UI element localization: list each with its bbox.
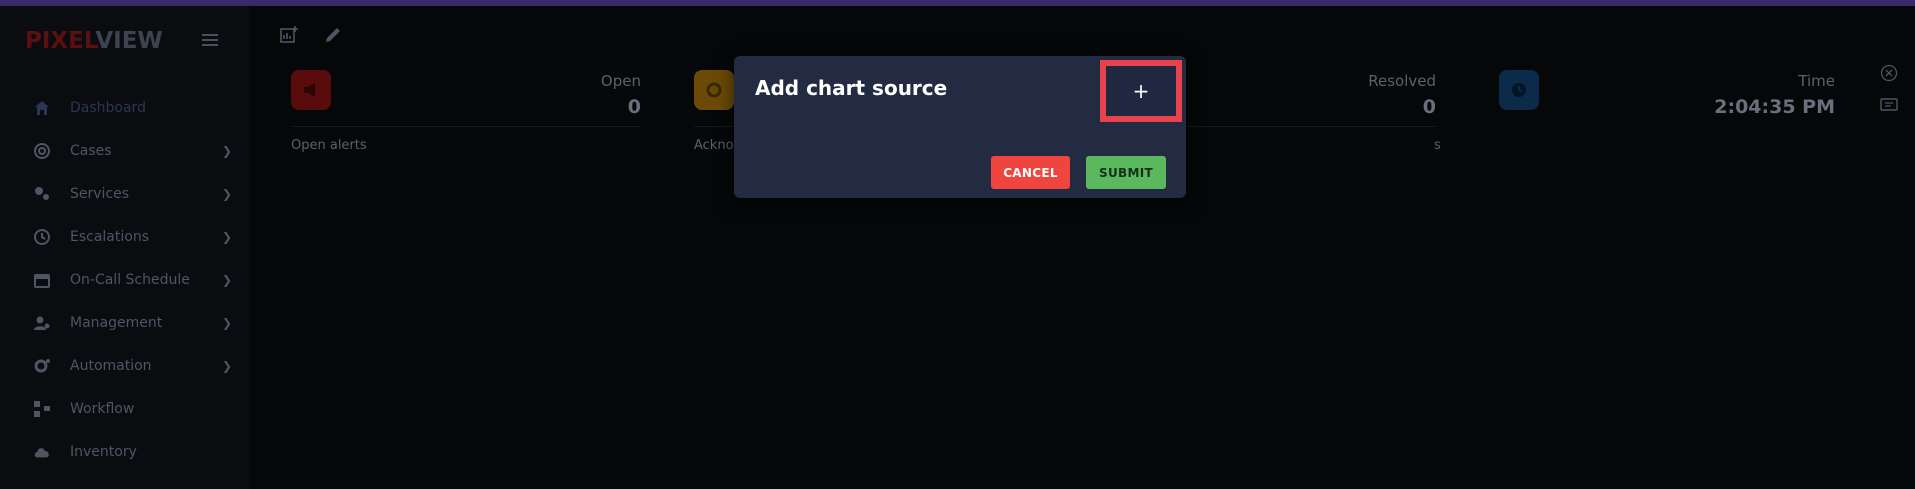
menu-toggle-icon[interactable] xyxy=(202,34,218,48)
edit-pencil-icon[interactable] xyxy=(324,26,344,46)
escalations-icon xyxy=(33,228,51,246)
sidebar-item-services[interactable]: Services ❯ xyxy=(0,172,250,215)
management-icon xyxy=(33,314,51,332)
brand-logo-part1: PIXEL xyxy=(25,28,96,54)
cases-icon xyxy=(33,142,51,160)
chevron-right-icon: ❯ xyxy=(222,358,233,373)
sidebar-item-label: Cases xyxy=(70,142,112,159)
sidebar-item-label: Management xyxy=(70,314,163,331)
home-icon xyxy=(33,99,51,117)
card-title: Resolved xyxy=(1368,72,1436,90)
chevron-right-icon: ❯ xyxy=(222,186,233,201)
card-footer: s xyxy=(1434,138,1441,153)
chevron-right-icon: ❯ xyxy=(222,143,233,158)
chevron-right-icon: ❯ xyxy=(222,272,233,287)
submit-button[interactable]: SUBMIT xyxy=(1086,156,1166,189)
add-source-button[interactable]: + xyxy=(1100,60,1182,122)
sidebar-item-label: Automation xyxy=(70,357,152,374)
card-value: 0 xyxy=(627,96,641,118)
chevron-right-icon: ❯ xyxy=(222,229,233,244)
sidebar-item-on-call-schedule[interactable]: On-Call Schedule ❯ xyxy=(0,258,250,301)
card-value: 0 xyxy=(1422,96,1436,118)
chevron-right-icon: ❯ xyxy=(222,315,233,330)
card-value: 2:04:35 PM xyxy=(1714,96,1835,118)
chat-icon[interactable] xyxy=(1880,98,1898,118)
cloud-icon xyxy=(33,443,51,461)
megaphone-icon xyxy=(291,70,331,110)
card-title: Open xyxy=(600,72,641,90)
sidebar-item-escalations[interactable]: Escalations ❯ xyxy=(0,215,250,258)
sidebar-item-cases[interactable]: Cases ❯ xyxy=(0,129,250,172)
card-footer: Ackno xyxy=(694,138,734,153)
add-chart-source-dialog: Add chart source + CANCEL SUBMIT xyxy=(734,56,1186,198)
sidebar-item-management[interactable]: Management ❯ xyxy=(0,301,250,344)
clock-icon xyxy=(1499,70,1539,110)
card-divider xyxy=(291,126,641,127)
sidebar-item-automation[interactable]: Automation ❯ xyxy=(0,344,250,387)
calendar-icon xyxy=(33,271,51,289)
card-footer: Open alerts xyxy=(291,138,367,153)
close-circle-icon[interactable] xyxy=(1880,64,1898,86)
workflow-icon xyxy=(33,400,51,418)
acknowledged-icon xyxy=(694,70,734,110)
brand-logo-part2: VIEW xyxy=(95,28,163,54)
services-icon xyxy=(33,185,51,203)
sidebar-item-workflow[interactable]: Workflow xyxy=(0,387,250,430)
card-title: Time xyxy=(1798,72,1835,90)
sidebar-item-label: On-Call Schedule xyxy=(70,271,190,288)
add-chart-icon[interactable] xyxy=(280,26,300,46)
sidebar-item-inventory[interactable]: Inventory xyxy=(0,430,250,473)
open-alerts-card: Open 0 Open alerts xyxy=(291,66,641,166)
time-card: Time 2:04:35 PM xyxy=(1499,66,1835,166)
sidebar-item-label: Escalations xyxy=(70,228,149,245)
sidebar-item-label: Inventory xyxy=(70,443,137,460)
automation-icon xyxy=(33,357,51,375)
brand-logo[interactable]: PIXELVIEW xyxy=(25,28,163,54)
sidebar-nav: Dashboard Cases ❯ Services ❯ Escalations… xyxy=(0,86,250,473)
sidebar: PIXELVIEW Dashboard Cases ❯ Services ❯ E… xyxy=(0,6,250,489)
dialog-title: Add chart source xyxy=(755,76,948,100)
sidebar-item-label: Services xyxy=(70,185,130,202)
sidebar-item-label: Workflow xyxy=(70,400,135,417)
sidebar-item-dashboard[interactable]: Dashboard xyxy=(0,86,250,129)
cancel-button[interactable]: CANCEL xyxy=(991,156,1070,189)
sidebar-item-label: Dashboard xyxy=(70,99,146,116)
